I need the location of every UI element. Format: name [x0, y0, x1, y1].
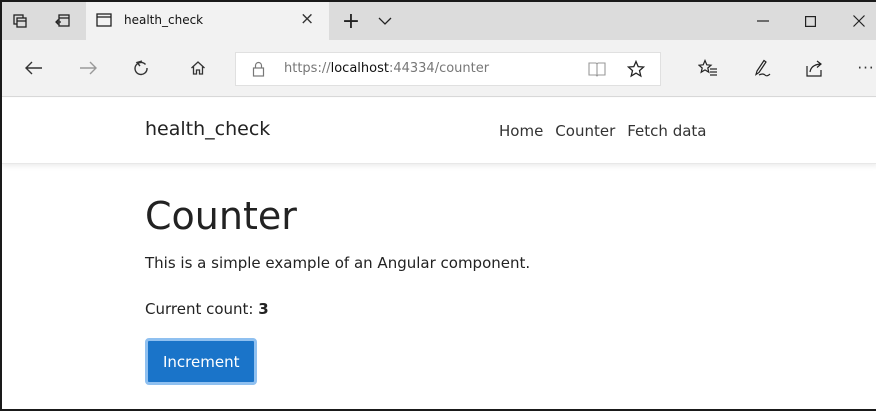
browser-toolbar: https://localhost:44334/counter ···	[2, 40, 876, 97]
address-bar[interactable]: https://localhost:44334/counter	[235, 52, 661, 86]
count-label: Current count:	[145, 300, 259, 318]
main-content: Counter This is a simple example of an A…	[145, 192, 530, 385]
close-window-button[interactable]	[836, 2, 876, 40]
pen-notes-icon[interactable]	[748, 54, 776, 82]
tab-strip: health_check × +	[2, 2, 876, 40]
app-header: health_check Home Counter Fetch data	[2, 98, 876, 164]
address-host: localhost	[330, 61, 389, 76]
tab-list-icon[interactable]	[372, 2, 398, 40]
lock-icon	[252, 61, 265, 77]
app-nav: Home Counter Fetch data	[499, 122, 706, 140]
minimize-button[interactable]	[740, 2, 786, 40]
address-url: https://localhost:44334/counter	[284, 61, 490, 76]
nav-counter[interactable]: Counter	[555, 122, 615, 140]
share-icon[interactable]	[801, 54, 829, 82]
favorite-star-icon[interactable]	[627, 60, 645, 78]
reading-view-icon[interactable]	[588, 61, 606, 77]
tab-health-check[interactable]: health_check ×	[86, 2, 329, 40]
tab-actions-icon[interactable]	[6, 2, 34, 40]
home-icon[interactable]	[184, 54, 212, 82]
set-aside-tabs-icon[interactable]	[48, 2, 76, 40]
brand-link[interactable]: health_check	[145, 118, 270, 140]
nav-fetch-data[interactable]: Fetch data	[627, 122, 706, 140]
new-tab-icon[interactable]: +	[336, 2, 366, 40]
maximize-button[interactable]	[787, 2, 833, 40]
count-value: 3	[258, 300, 269, 318]
more-icon[interactable]: ···	[852, 54, 876, 82]
tab-title: health_check	[124, 13, 204, 27]
page-description: This is a simple example of an Angular c…	[145, 254, 531, 272]
current-count: Current count: 3	[145, 300, 530, 318]
favorites-icon[interactable]	[694, 54, 722, 82]
back-button[interactable]	[20, 54, 48, 82]
browser-window: health_check × + https://localhost:44334…	[0, 0, 876, 411]
tab-close-icon[interactable]: ×	[300, 9, 314, 29]
page-icon	[96, 13, 112, 27]
refresh-button[interactable]	[127, 54, 155, 82]
increment-button[interactable]: Increment	[145, 338, 258, 385]
page-title: Counter	[145, 194, 297, 238]
nav-home[interactable]: Home	[499, 122, 543, 140]
forward-button[interactable]	[74, 54, 102, 82]
